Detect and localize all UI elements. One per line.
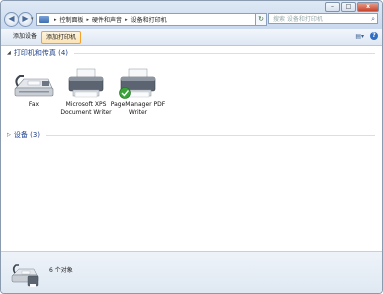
window-controls: – □ x: [324, 2, 379, 12]
collapse-triangle-icon[interactable]: ◢: [7, 50, 11, 56]
chevron-right-icon: ▸: [125, 16, 128, 23]
add-printer-button[interactable]: 添加打印机: [41, 31, 82, 44]
group-printers-header[interactable]: ◢ 打印机和传真 (4): [7, 48, 375, 58]
help-icon[interactable]: ?: [370, 32, 378, 40]
device-xps-writer[interactable]: Microsoft XPS Document Writer: [56, 66, 116, 116]
explorer-window: – □ x ◀ ▶ ▾ ▸ 控制面板 ▸ 硬件和声音 ▸ 设备和打印机 ▾ ↻ …: [0, 0, 383, 294]
group-divider: [74, 52, 375, 54]
fax-icon: [14, 75, 54, 97]
chevron-right-icon: ▸: [54, 16, 57, 23]
maximize-button[interactable]: □: [341, 2, 356, 12]
title-bar: – □ x ◀ ▶ ▾ ▸ 控制面板 ▸ 硬件和声音 ▸ 设备和打印机 ▾ ↻ …: [1, 1, 382, 29]
details-pane: 6 个对象: [1, 251, 382, 293]
toolbar-icons: ▤▾ ?: [349, 32, 378, 40]
breadcrumb-control-panel[interactable]: 控制面板: [60, 15, 84, 24]
expand-triangle-icon[interactable]: ▷: [7, 132, 11, 138]
chevron-right-icon: ▸: [86, 16, 90, 23]
group-devices-title: 设备 (3): [13, 131, 40, 139]
minimize-button[interactable]: –: [325, 2, 340, 12]
search-input[interactable]: 搜索 设备和打印机 ⌕: [268, 13, 378, 24]
device-pagemanager-pdf-writer[interactable]: PageManager PDF Writer: [108, 66, 168, 116]
refresh-button[interactable]: ↻: [255, 13, 267, 26]
search-placeholder: 搜索 设备和打印机: [273, 16, 323, 23]
default-check-icon: [119, 87, 131, 99]
close-button[interactable]: x: [357, 2, 379, 12]
command-bar: 添加设备 添加打印机 ▤▾ ?: [1, 29, 382, 46]
address-bar[interactable]: ▸ 控制面板 ▸ 硬件和声音 ▸ 设备和打印机 ▾: [36, 13, 265, 26]
view-options-icon[interactable]: ▤▾: [355, 33, 364, 40]
group-devices-header[interactable]: ▷ 设备 (3): [7, 130, 375, 140]
devices-printers-icon: [11, 264, 39, 287]
recent-pages-icon[interactable]: ▾: [31, 16, 34, 22]
search-icon[interactable]: ⌕: [371, 14, 375, 25]
add-device-button[interactable]: 添加设备: [9, 31, 41, 42]
printer-icon: [68, 68, 104, 98]
group-printers-title: 打印机和传真 (4): [13, 49, 68, 57]
device-label: Fax: [28, 101, 40, 108]
control-panel-icon: [39, 16, 49, 23]
group-divider: [46, 134, 375, 136]
device-label: PageManager PDF Writer: [110, 101, 166, 116]
item-count: 6 个对象: [49, 267, 73, 274]
breadcrumb-devices-printers[interactable]: 设备和打印机: [131, 15, 167, 24]
breadcrumb-hardware-sound[interactable]: 硬件和声音: [92, 15, 122, 24]
printer-icon: [119, 68, 156, 99]
device-fax[interactable]: Fax: [4, 70, 64, 109]
back-button[interactable]: ◀: [4, 12, 19, 27]
device-label: Microsoft XPS Document Writer: [60, 101, 112, 116]
